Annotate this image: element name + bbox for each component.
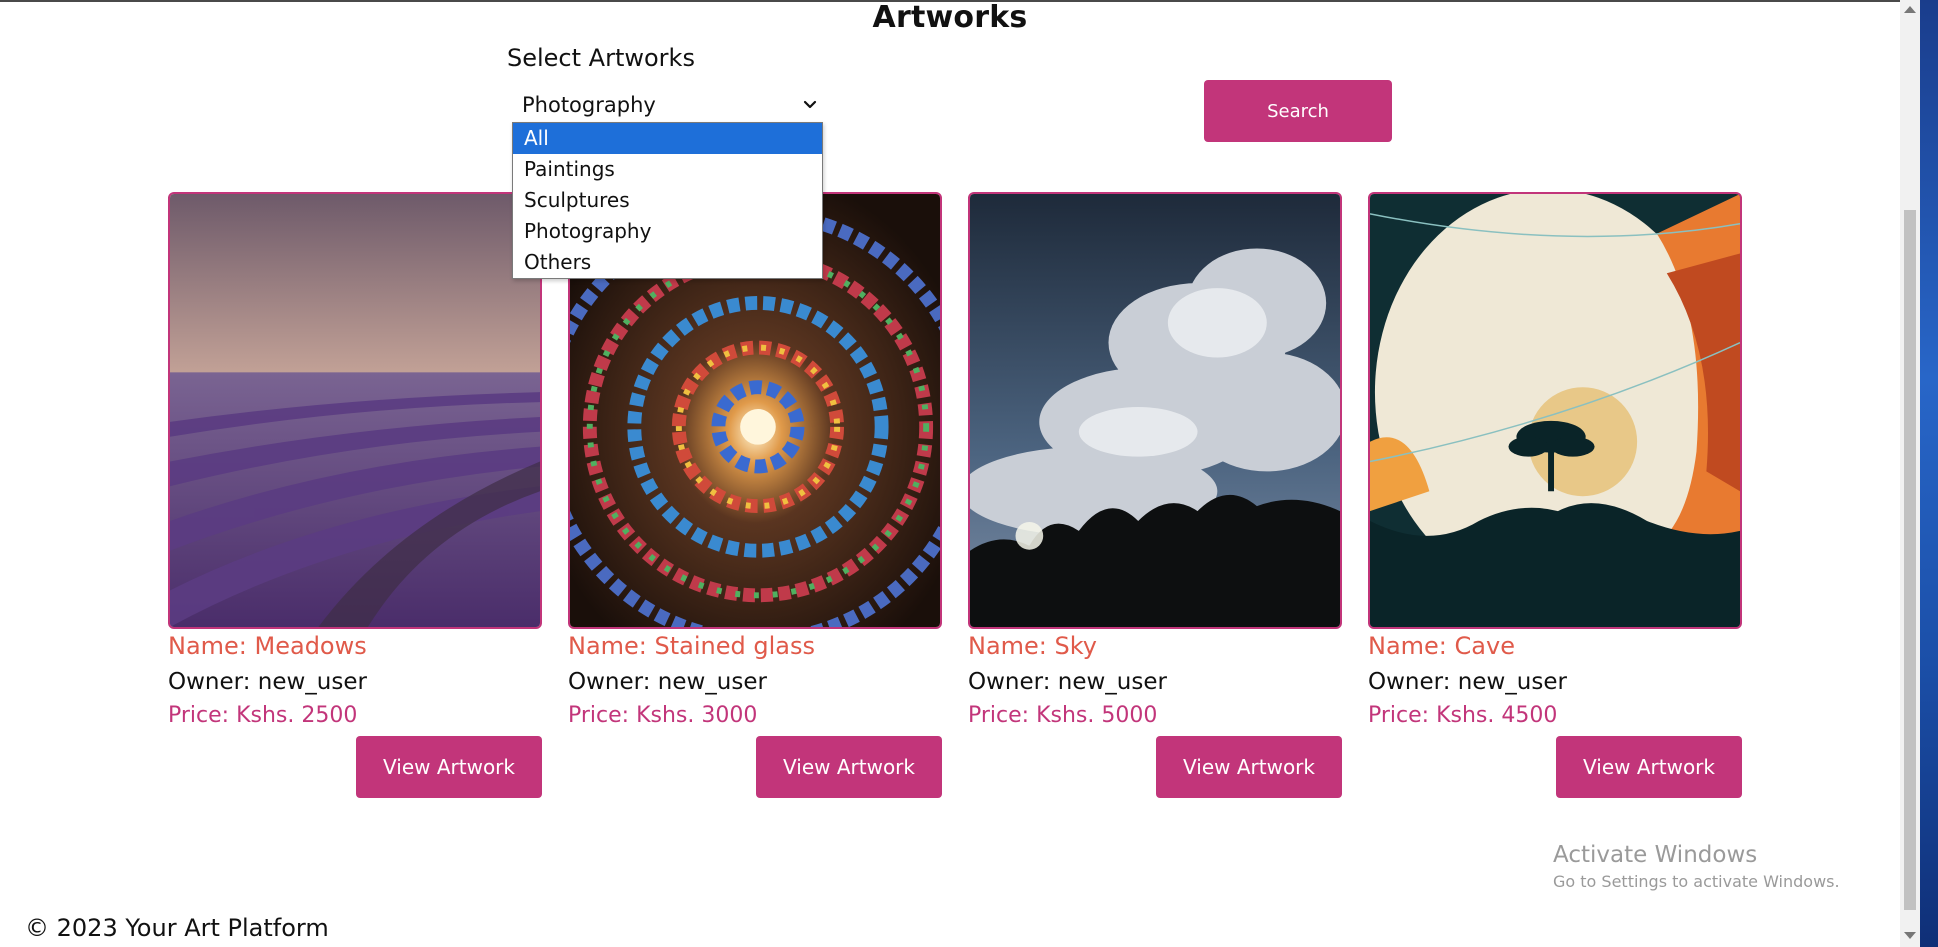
footer-copyright: © 2023 Your Art Platform: [25, 914, 329, 942]
category-select-value: Photography: [522, 93, 656, 117]
artwork-name: Name: Sky: [968, 632, 1097, 660]
category-select[interactable]: Photography: [507, 88, 822, 124]
artwork-owner: Owner: new_user: [168, 669, 367, 695]
artwork-name: Name: Stained glass: [568, 632, 815, 660]
scroll-down-arrow-icon[interactable]: [1904, 932, 1916, 939]
artwork-card-stained-glass: Name: Stained glass Owner: new_user Pric…: [568, 192, 942, 812]
dropdown-option-paintings[interactable]: Paintings: [513, 154, 822, 185]
cloudy-sky-image: [970, 194, 1340, 627]
watermark-subtitle: Go to Settings to activate Windows.: [1553, 872, 1840, 891]
dropdown-option-others[interactable]: Others: [513, 247, 822, 278]
view-artwork-button[interactable]: View Artwork: [1556, 736, 1742, 798]
artwork-owner: Owner: new_user: [968, 669, 1167, 695]
category-dropdown-list: All Paintings Sculptures Photography Oth…: [512, 122, 823, 279]
artwork-name: Name: Cave: [1368, 632, 1515, 660]
artwork-price: Price: Kshs. 5000: [968, 703, 1158, 728]
select-artworks-label: Select Artworks: [507, 44, 695, 72]
artwork-image-sky[interactable]: [968, 192, 1342, 629]
scroll-up-arrow-icon[interactable]: [1904, 6, 1916, 13]
artwork-card-cave: Name: Cave Owner: new_user Price: Kshs. …: [1368, 192, 1742, 812]
artwork-price: Price: Kshs. 4500: [1368, 703, 1558, 728]
activate-windows-watermark: Activate Windows Go to Settings to activ…: [1553, 842, 1840, 891]
artwork-price: Price: Kshs. 2500: [168, 703, 358, 728]
view-artwork-button[interactable]: View Artwork: [1156, 736, 1342, 798]
search-button[interactable]: Search: [1204, 80, 1392, 142]
page-title: Artworks: [872, 0, 1028, 35]
scrollbar-thumb[interactable]: [1904, 210, 1916, 910]
cave-illustration-image: [1370, 194, 1740, 627]
artwork-card-meadows: Name: Meadows Owner: new_user Price: Ksh…: [168, 192, 542, 812]
artwork-price: Price: Kshs. 3000: [568, 703, 758, 728]
watermark-title: Activate Windows: [1553, 842, 1758, 868]
vertical-scrollbar[interactable]: [1900, 0, 1920, 947]
artwork-grid: Name: Meadows Owner: new_user Price: Ksh…: [168, 192, 1748, 812]
artwork-image-cave[interactable]: [1368, 192, 1742, 629]
dropdown-option-photography[interactable]: Photography: [513, 216, 822, 247]
dropdown-option-all[interactable]: All: [513, 123, 822, 154]
dropdown-option-sculptures[interactable]: Sculptures: [513, 185, 822, 216]
lavender-field-image: [170, 194, 540, 627]
artwork-name: Name: Meadows: [168, 632, 367, 660]
chevron-down-icon: [803, 100, 817, 109]
view-artwork-button[interactable]: View Artwork: [356, 736, 542, 798]
artwork-card-sky: Name: Sky Owner: new_user Price: Kshs. 5…: [968, 192, 1342, 812]
desktop-background-strip: [1920, 0, 1938, 947]
artwork-owner: Owner: new_user: [568, 669, 767, 695]
view-artwork-button[interactable]: View Artwork: [756, 736, 942, 798]
artwork-owner: Owner: new_user: [1368, 669, 1567, 695]
artwork-image-meadows[interactable]: [168, 192, 542, 629]
